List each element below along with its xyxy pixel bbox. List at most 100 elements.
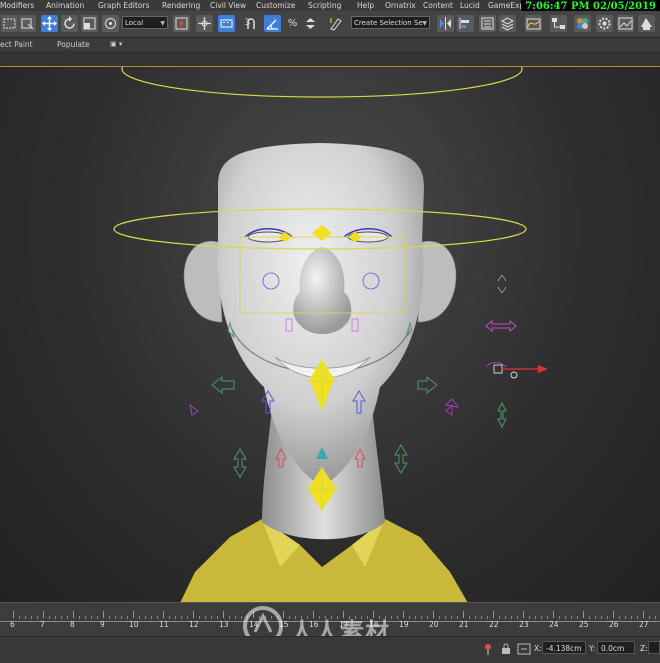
timeline-major-tick (613, 611, 614, 618)
snaps-toggle-button[interactable]: 3 (242, 15, 259, 32)
timeline-minor-tick (649, 616, 650, 619)
coordinate-system-value: Local (125, 19, 144, 27)
keyboard-shortcut-override-button[interactable] (218, 15, 235, 32)
timeline-minor-tick (25, 616, 26, 619)
timeline-minor-tick (139, 616, 140, 619)
x-coordinate-value: -4.138cm (546, 644, 582, 653)
menu-modifiers[interactable]: Modifiers (0, 0, 34, 11)
menu-customize[interactable]: Customize (256, 0, 295, 11)
toggle-scene-explorer-button[interactable] (479, 15, 496, 32)
right-ear-mesh (417, 240, 457, 323)
viewport-scene (113, 67, 548, 603)
timeline-minor-tick (541, 616, 542, 619)
window-crossing-button[interactable] (19, 15, 36, 32)
menu-civil-view[interactable]: Civil View (210, 0, 246, 11)
timeline-major-tick (493, 611, 494, 618)
chevron-down-icon: ▼ (160, 20, 165, 27)
select-and-rotate-button[interactable] (61, 15, 78, 32)
timeline-minor-tick (37, 616, 38, 619)
menu-animation[interactable]: Animation (46, 0, 84, 11)
timeline-minor-tick (559, 616, 560, 619)
status-bar: X: -4.138cm Y: 0.0cm Z: (0, 636, 660, 663)
timeline-major-tick (133, 611, 134, 618)
timeline-minor-tick (85, 616, 86, 619)
menu-lucid[interactable]: Lucid (460, 0, 480, 11)
timeline-minor-tick (55, 616, 56, 619)
timeline-minor-tick (421, 616, 422, 619)
timeline-minor-tick (589, 616, 590, 619)
timeline-major-tick (103, 611, 104, 618)
timeline-minor-tick (427, 616, 428, 619)
selection-lock-pin-icon[interactable] (482, 642, 494, 656)
spinner-snap-toggle-button[interactable] (302, 15, 319, 32)
timeline-major-tick (73, 611, 74, 618)
curve-editor-button[interactable] (525, 15, 542, 32)
timeline-minor-tick (19, 616, 20, 619)
timeline-major-tick (433, 611, 434, 618)
menu-ornatrix[interactable]: Ornatrix (385, 0, 416, 11)
timeline-minor-tick (205, 616, 206, 619)
relative-absolute-transform-icon[interactable] (517, 642, 531, 656)
timeline-minor-tick (637, 616, 638, 619)
timeline-major-tick (43, 611, 44, 618)
ribbon-tab-object-paint[interactable]: ect Paint (0, 38, 33, 51)
select-manipulate-button[interactable] (196, 15, 213, 32)
menu-scripting[interactable]: Scripting (308, 0, 341, 11)
timeline-major-tick (553, 611, 554, 618)
eye-target-red-arrowhead (538, 365, 548, 373)
select-region-button[interactable] (1, 15, 18, 32)
edit-named-selection-button[interactable] (328, 15, 345, 32)
reference-coordinate-dropdown[interactable]: Local ▼ (122, 16, 168, 29)
align-button[interactable] (457, 15, 474, 32)
select-and-place-button[interactable] (102, 15, 119, 32)
frame-label: 9 (100, 620, 105, 629)
menu-help[interactable]: Help (357, 0, 374, 11)
percent-snap-toggle-button[interactable]: % (284, 15, 301, 32)
timeline-minor-tick (397, 616, 398, 619)
timeline-major-tick (223, 611, 224, 618)
right-mouth-arrow-control (417, 375, 438, 395)
rendered-frame-window-button[interactable] (617, 15, 634, 32)
timeline-minor-tick (61, 616, 62, 619)
y-coordinate-field[interactable]: 0.0cm (597, 641, 635, 654)
mirror-button[interactable] (437, 15, 454, 32)
x-coordinate-field[interactable]: -4.138cm (542, 641, 586, 654)
timeline-minor-tick (121, 616, 122, 619)
lock-icon[interactable] (500, 642, 512, 656)
menu-content[interactable]: Content (423, 0, 453, 11)
timeline-minor-tick (49, 616, 50, 619)
perspective-viewport[interactable] (0, 66, 660, 603)
timeline-minor-tick (511, 616, 512, 619)
pivot-center-button[interactable] (173, 15, 190, 32)
render-production-button[interactable] (638, 15, 655, 32)
frame-label: 10 (129, 620, 139, 629)
select-and-move-button[interactable] (41, 15, 58, 32)
timeline-minor-tick (157, 616, 158, 619)
ribbon-tab-populate[interactable]: Populate (57, 38, 90, 51)
timeline-minor-tick (505, 616, 506, 619)
angle-snap-toggle-button[interactable] (264, 15, 281, 32)
ribbon-options-icon[interactable]: ▣ ▾ (110, 38, 122, 51)
menu-graph-editors[interactable]: Graph Editors (98, 0, 150, 11)
named-selection-sets-dropdown[interactable]: Create Selection Se ▼ (351, 16, 430, 29)
menu-rendering[interactable]: Rendering (162, 0, 200, 11)
ribbon-bar: ect Paint Populate ▣ ▾ (0, 38, 660, 51)
frame-label: 26 (609, 620, 619, 629)
left-eye-target-purple (444, 398, 460, 408)
eye-target-vertical-control (497, 401, 507, 429)
timeline-minor-tick (151, 616, 152, 619)
percent-icon: % (287, 18, 298, 29)
frame-label: 22 (489, 620, 499, 629)
timeline-minor-tick (409, 616, 410, 619)
material-editor-button[interactable] (574, 15, 591, 32)
z-coordinate-field[interactable] (648, 641, 660, 654)
toggle-layer-explorer-button[interactable] (499, 15, 516, 32)
schematic-view-button[interactable] (550, 15, 567, 32)
frame-label: 21 (459, 620, 469, 629)
select-and-scale-button[interactable] (81, 15, 98, 32)
left-lower-arrow (233, 448, 247, 478)
timeline-minor-tick (175, 616, 176, 619)
render-setup-button[interactable] (596, 15, 613, 32)
frame-label: 11 (159, 620, 169, 629)
frame-label: 23 (519, 620, 529, 629)
